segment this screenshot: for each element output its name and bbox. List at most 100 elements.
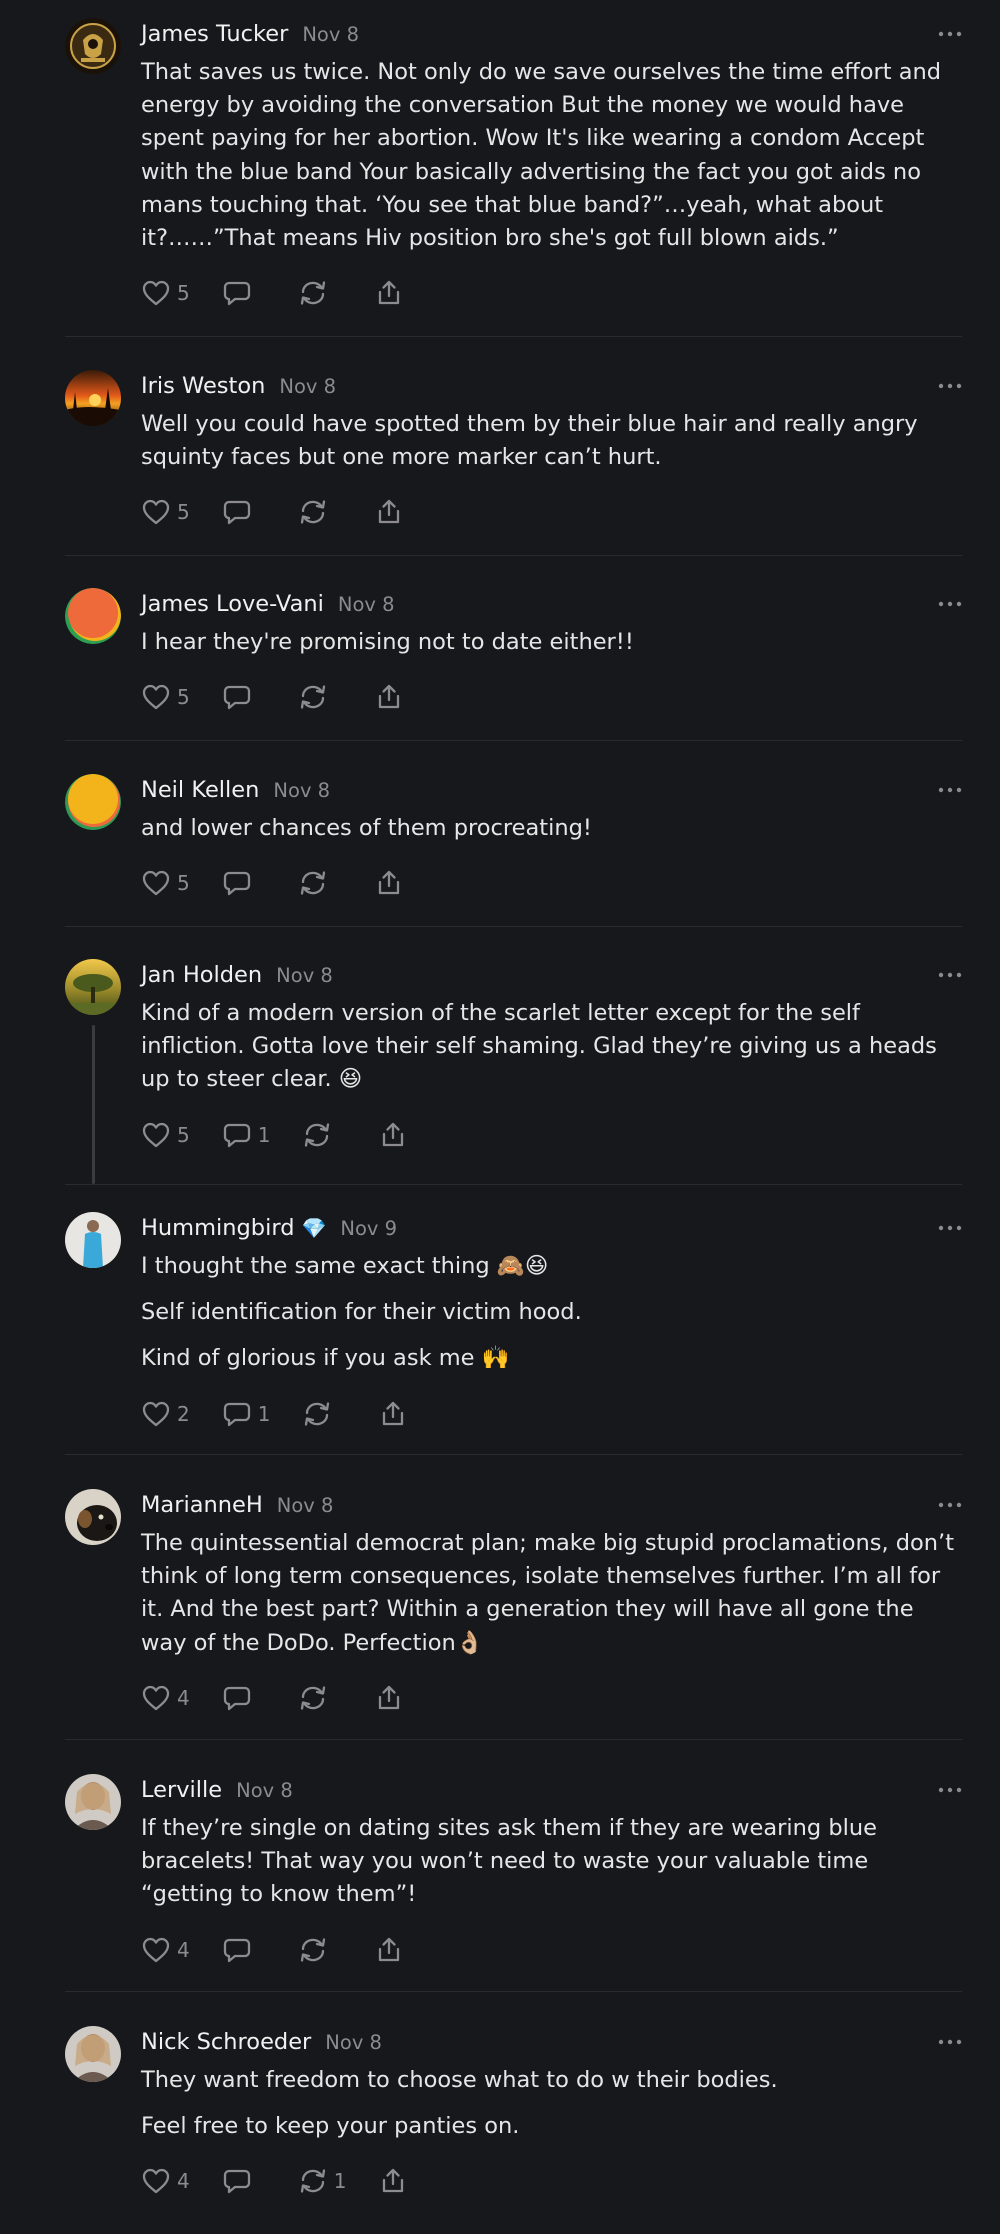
repost-button[interactable] [298,869,328,897]
comment-body: The quintessential democrat plan; make b… [141,1527,962,1660]
author-name[interactable]: MarianneH [141,1492,263,1518]
author-name[interactable]: Jan Holden [141,962,262,988]
author-name[interactable]: Nick Schroeder [141,2029,311,2055]
comment-date: Nov 9 [340,1216,398,1240]
more-options-icon[interactable] [932,1778,962,1802]
like-button[interactable]: 5 [141,683,190,711]
comment-date: Nov 8 [273,778,331,802]
heart-icon [141,1684,171,1712]
share-button[interactable] [374,683,404,711]
repost-icon [298,2167,328,2195]
more-options-icon[interactable] [932,963,962,987]
comment-paragraph: Feel free to keep your panties on. [141,2113,520,2140]
share-icon [374,683,404,711]
reply-button[interactable] [222,2167,252,2195]
reply-button[interactable]: 1 [222,1400,270,1428]
comment-date: Nov 8 [276,963,333,987]
comment-content: Neil Kellen Nov 8 and lower chances of the… [141,774,962,926]
avatar[interactable] [65,774,121,830]
repost-button[interactable] [298,279,328,307]
author-name[interactable]: James Love-Vani [141,591,324,617]
avatar[interactable] [65,1774,121,1830]
comment: MarianneH Nov 8 The quintessential democra… [65,1489,962,1740]
like-button[interactable]: 5 [141,869,190,897]
reply-button[interactable] [222,1936,252,1964]
comment-content: James Love-Vani Nov 8 I hear they're promi… [141,588,962,740]
like-button[interactable]: 5 [141,1121,190,1149]
share-button[interactable] [378,1121,408,1149]
action-bar: 5 [141,679,962,715]
share-button[interactable] [374,498,404,526]
heart-icon [141,498,171,526]
repost-button[interactable]: 1 [298,2167,346,2195]
comment-paragraph: I hear they're promising not to date eit… [141,629,634,655]
comment-left-column [65,1489,141,1739]
like-button[interactable]: 2 [141,1400,190,1428]
comment-paragraph: The quintessential democrat plan; make b… [141,1530,955,1656]
share-button[interactable] [374,1684,404,1712]
author-name[interactable]: Lerville [141,1777,222,1803]
share-icon [374,1684,404,1712]
comment-left-column [65,2026,141,2226]
share-button[interactable] [374,279,404,307]
thread-line [92,1025,95,1184]
more-options-icon[interactable] [932,2030,962,2054]
share-button[interactable] [374,869,404,897]
comment-paragraph: Kind of glorious if you ask me 🙌 [141,1345,510,1372]
comment-content: James Tucker Nov 8 That saves us twice. No… [141,18,962,336]
repost-icon [302,1121,332,1149]
more-options-icon[interactable] [932,1493,962,1517]
action-bar: 4 [141,1932,962,1968]
reply-button[interactable] [222,498,252,526]
comment-paragraph: Kind of a modern version of the scarlet … [141,1000,937,1093]
avatar[interactable] [65,370,121,426]
author-name[interactable]: James Tucker [141,21,288,47]
reply-button[interactable] [222,1684,252,1712]
repost-button[interactable] [298,498,328,526]
repost-button[interactable] [298,683,328,711]
reply-button[interactable] [222,869,252,897]
author-name[interactable]: Neil Kellen [141,777,259,803]
like-button[interactable]: 5 [141,279,190,307]
repost-icon [298,1936,328,1964]
author-name[interactable]: Hummingbird [141,1215,294,1241]
repost-button[interactable] [298,1936,328,1964]
comment: Jan Holden Nov 8 Kind of a modern version … [65,959,962,1185]
repost-button[interactable] [298,1684,328,1712]
repost-button[interactable] [302,1400,332,1428]
comment-content: MarianneH Nov 8 The quintessential democra… [141,1489,962,1739]
likes-count: 4 [177,2169,190,2194]
avatar[interactable] [65,959,121,1015]
like-button[interactable]: 4 [141,2167,190,2195]
comment-paragraph: If they’re single on dating sites ask th… [141,1815,877,1908]
share-button[interactable] [374,1936,404,1964]
comment-content: Hummingbird 💎 Nov 9 I thought the same exac… [141,1212,962,1454]
avatar[interactable] [65,18,121,74]
author-name[interactable]: Iris Weston [141,373,265,399]
like-button[interactable]: 5 [141,498,190,526]
avatar[interactable] [65,2026,121,2082]
more-options-icon[interactable] [932,778,962,802]
comment-date: Nov 8 [325,2030,382,2054]
more-options-icon[interactable] [932,1216,962,1240]
comment-body: and lower chances of them procreating! [141,812,962,845]
likes-count: 5 [177,685,190,710]
reply-button[interactable] [222,279,252,307]
more-options-icon[interactable] [932,22,962,46]
share-button[interactable] [378,2167,408,2195]
comment-left-column [65,1212,141,1454]
avatar[interactable] [65,588,121,644]
like-button[interactable]: 4 [141,1936,190,1964]
likes-count: 5 [177,871,190,896]
reply-button[interactable]: 1 [222,1121,270,1149]
more-options-icon[interactable] [932,374,962,398]
avatar[interactable] [65,1489,121,1545]
reply-button[interactable] [222,683,252,711]
more-options-icon[interactable] [932,592,962,616]
share-button[interactable] [378,1400,408,1428]
like-button[interactable]: 4 [141,1684,190,1712]
avatar[interactable] [65,1212,121,1268]
comment-header: MarianneH Nov 8 [141,1489,962,1521]
comment-left-column [65,18,141,336]
repost-button[interactable] [302,1121,332,1149]
